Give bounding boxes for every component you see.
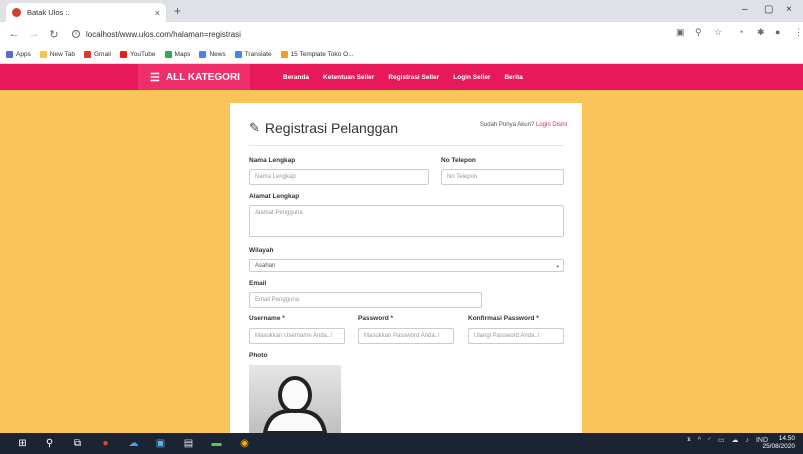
browser-tab-bar: Batak Ulos :. × + – ▢ × [0, 0, 803, 22]
file-explorer-icon[interactable]: ▬ [210, 437, 223, 450]
kategori-label: ALL KATEGORI [165, 71, 240, 83]
minimize-button[interactable]: – [742, 4, 748, 15]
os-taskbar: ⊞ ⚲ ⧉ ● ☁ ▣ ▤ ▬ ◉ ꭱ ^ ◜ ▭ ☁ ♪ IND 14.50 … [0, 433, 803, 454]
alamat-textarea[interactable]: Alamat Pengguna [249, 205, 564, 237]
wilayah-value: Asahan [255, 263, 276, 269]
login-link[interactable]: Login Disini [536, 122, 567, 128]
bookmark-youtube[interactable]: YouTube [119, 51, 156, 58]
bookmark-star-icon[interactable]: ☆ [714, 27, 722, 38]
app-icon[interactable]: ● [99, 437, 112, 450]
alamat-label: Alamat Lengkap [249, 193, 300, 200]
youtube-icon [119, 51, 127, 58]
wilayah-label: Wilayah [249, 247, 274, 254]
url-field[interactable]: i localhost/www.ulos.com/halaman=registr… [72, 30, 241, 39]
forward-icon[interactable]: → [28, 28, 40, 40]
store-icon[interactable]: ▤ [182, 437, 195, 450]
maximize-button[interactable]: ▢ [764, 4, 773, 15]
cloud-icon[interactable]: ☁ [731, 436, 738, 444]
apps-grid-icon [6, 51, 13, 58]
clock-time: 14.50 [778, 435, 795, 442]
nav-link-beranda[interactable]: Beranda [283, 74, 309, 81]
bookmark-news[interactable]: News [199, 51, 226, 58]
url-text: localhost/www.ulos.com/halaman=registras… [86, 29, 241, 39]
form-title-text: Registrasi Pelanggan [264, 120, 398, 136]
username-input[interactable]: Masukkan Username Anda..! [249, 328, 345, 344]
password-input[interactable]: Masukkan Password Anda..! [358, 328, 454, 344]
nav-links: Beranda Ketentuan Seller Registrasi Sell… [283, 64, 537, 90]
info-icon[interactable]: i [72, 30, 80, 38]
new-tab-button[interactable]: + [174, 4, 181, 18]
nav-link-berita[interactable]: Berita [504, 74, 522, 81]
site-navbar: ☰ ALL KATEGORI Beranda Ketentuan Seller … [0, 64, 803, 90]
user-silhouette-icon [262, 376, 328, 433]
nav-link-registrasi-seller[interactable]: Registrasi Seller [388, 74, 439, 81]
zoom-icon[interactable]: ⚲ [695, 27, 702, 38]
all-kategori-button[interactable]: ☰ ALL KATEGORI [138, 64, 250, 90]
nav-link-login-seller[interactable]: Login Seller [453, 74, 490, 81]
password-label: Password * [358, 315, 394, 322]
email-input[interactable]: Email Pengguna [249, 292, 482, 308]
bookmark-maps[interactable]: Maps [164, 51, 190, 58]
edit-icon: ✎ [249, 120, 260, 135]
bookmark-apps[interactable]: Apps [6, 51, 31, 58]
username-label: Username * [249, 315, 285, 322]
template-icon [280, 51, 288, 58]
people-icon[interactable]: ꭱ [687, 436, 690, 444]
extensions-puzzle-icon[interactable]: ✱ [757, 27, 765, 38]
clock[interactable]: 14.50 25/08/2020 [747, 435, 795, 451]
form-title: ✎ Registrasi Pelanggan [249, 120, 398, 136]
profile-avatar-icon[interactable]: ● [775, 27, 780, 37]
chevron-down-icon: ▾ [556, 264, 559, 270]
tab-close-icon[interactable]: × [155, 8, 160, 18]
konfirmasi-password-label: Konfirmasi Password * [468, 315, 539, 322]
nama-input[interactable]: Nama Lengkap [249, 169, 429, 185]
nama-label: Nama Lengkap [249, 157, 296, 164]
translate-extension-icon[interactable]: ▣ [676, 27, 685, 38]
browser-tab[interactable]: Batak Ulos :. × [6, 3, 166, 22]
divider [249, 145, 564, 146]
clock-date: 25/08/2020 [762, 443, 795, 450]
battery-icon[interactable]: ▭ [718, 436, 725, 444]
extension-icon[interactable]: ◔ [738, 27, 743, 37]
wifi-icon[interactable]: ◜ [708, 436, 711, 444]
onedrive-icon[interactable]: ☁ [127, 437, 140, 450]
photo-label: Photo [249, 352, 268, 359]
maps-icon [164, 51, 172, 58]
telepon-label: No Telepon [441, 157, 476, 164]
bookmark-translate[interactable]: Translate [234, 51, 272, 58]
login-prompt: Sudah Punya Akun? Login Disini [479, 122, 567, 128]
menu-kebab-icon[interactable]: ⋮ [794, 27, 803, 38]
bookmark-new-tab[interactable]: New Tab [39, 51, 75, 58]
konfirmasi-password-input[interactable]: Ulangi Password Anda..! [468, 328, 564, 344]
email-label: Email [249, 280, 267, 287]
task-view-icon[interactable]: ⧉ [71, 437, 84, 450]
hamburger-icon: ☰ [150, 71, 160, 84]
tab-title: Batak Ulos :. [27, 8, 70, 17]
search-icon[interactable]: ⚲ [43, 437, 56, 450]
close-window-button[interactable]: × [786, 4, 792, 15]
nav-link-ketentuan-seller[interactable]: Ketentuan Seller [323, 74, 374, 81]
bookmarks-bar: Apps New Tab Gmail YouTube Maps News Tra… [0, 46, 803, 64]
chevron-up-icon[interactable]: ^ [698, 437, 701, 444]
news-icon [199, 51, 207, 58]
site-favicon-icon [12, 8, 21, 17]
reload-icon[interactable]: ↻ [48, 28, 60, 41]
app-window-icon[interactable]: ▣ [154, 437, 167, 450]
telepon-input[interactable]: No Telepon [441, 169, 564, 185]
bookmark-template[interactable]: 15 Template Toko O... [280, 51, 354, 58]
registration-form-card: ✎ Registrasi Pelanggan Sudah Punya Akun?… [230, 103, 582, 433]
bookmark-gmail[interactable]: Gmail [84, 51, 111, 58]
default-avatar-photo[interactable] [249, 365, 341, 433]
chrome-icon[interactable]: ◉ [238, 437, 251, 450]
folder-icon [39, 51, 47, 58]
gmail-icon [84, 51, 91, 58]
windows-start-icon[interactable]: ⊞ [16, 437, 29, 450]
wilayah-select[interactable]: Asahan ▾ [249, 259, 564, 272]
translate-icon [234, 51, 242, 58]
back-icon[interactable]: ← [8, 28, 20, 40]
